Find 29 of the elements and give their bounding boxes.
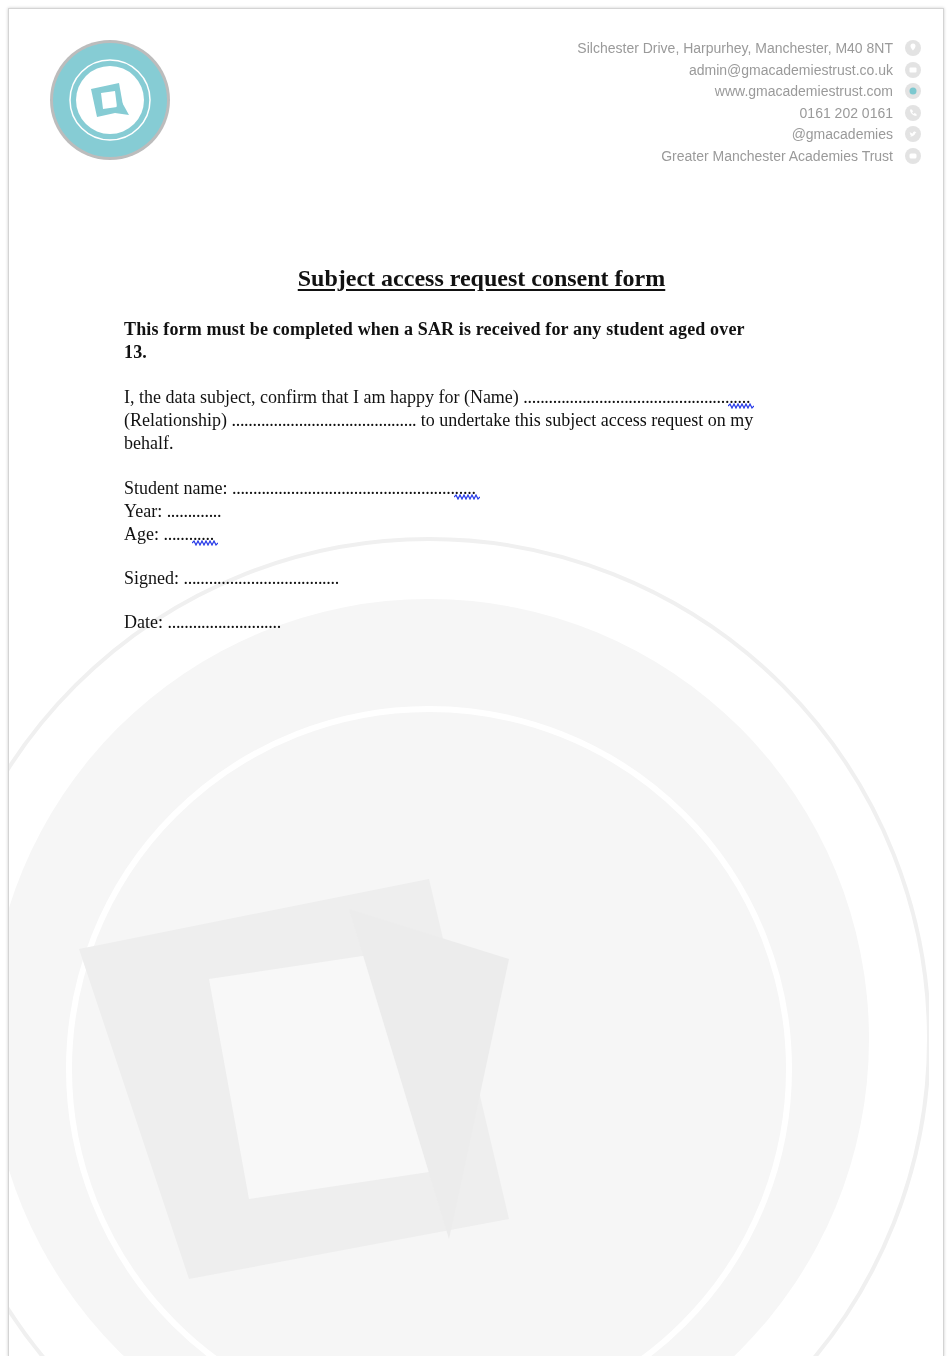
location-pin-icon — [905, 40, 921, 57]
fill-in-line[interactable]: ............................................ — [231, 410, 417, 430]
form-title: Subject access request consent form — [296, 265, 667, 292]
spelling-squiggle-icon — [728, 403, 755, 409]
spelling-squiggle-icon — [453, 494, 480, 500]
video-icon — [905, 147, 921, 164]
contact-text: admin@gmacademiestrust.co.uk — [688, 60, 893, 79]
field-label: Student name: — [124, 478, 228, 498]
fill-in-line[interactable]: ............ — [163, 524, 214, 544]
field-label: Year: — [124, 501, 163, 521]
fill-in-line[interactable]: ...................................................... — [523, 387, 751, 407]
phone-icon — [905, 104, 921, 121]
fill-in-line[interactable]: ............. — [166, 501, 222, 521]
envelope-icon — [905, 61, 921, 78]
contact-text: Greater Manchester Academies Trust — [661, 146, 893, 165]
fill-in-line[interactable]: .......................................................... — [232, 478, 476, 498]
field-label: Age: — [124, 524, 159, 544]
contact-text: Silchester Drive, Harpurhey, Manchester, M40 8NT — [577, 39, 893, 58]
field-label: Signed: — [124, 568, 179, 588]
spelling-squiggle-icon — [191, 540, 218, 546]
contact-text: @gmacademies — [791, 125, 893, 144]
fill-in-line[interactable]: ..................................... — [183, 568, 339, 588]
consent-text: I, the data subject, confirm that I am happy for (Name) ...................................................... (Relationship) ............................................ to undertake this subject access request on my behalf. — [124, 386, 756, 455]
fill-in-line[interactable]: ........................... — [167, 612, 281, 632]
field-label: Date: — [124, 612, 163, 632]
contact-text: www.gmacademiestrust.com — [714, 82, 893, 101]
intro-text: This form must be completed when a SAR is received for any student aged over 13. — [124, 318, 746, 364]
contact-text: 0161 202 0161 — [799, 103, 893, 122]
bird-icon — [905, 126, 921, 143]
